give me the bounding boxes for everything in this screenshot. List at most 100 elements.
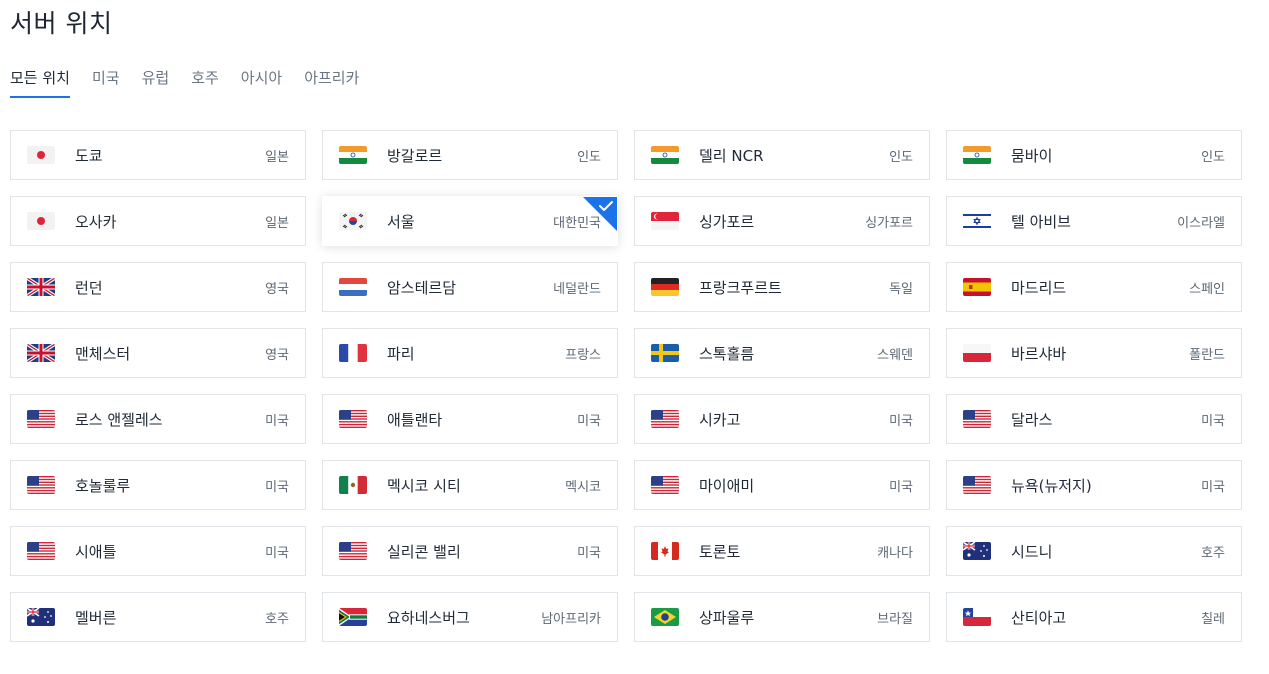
country-name: 미국: [577, 545, 601, 561]
country-name: 폴란드: [1189, 347, 1225, 363]
singapore-flag-icon: [651, 212, 679, 230]
city-name: 달라스: [1011, 410, 1053, 429]
location-card[interactable]: 뉴욕(뉴저지) 미국: [946, 460, 1242, 510]
netherlands-flag-icon: [339, 278, 367, 296]
location-card[interactable]: 요하네스버그 남아프리카: [322, 592, 618, 642]
city-name: 암스테르담: [387, 278, 457, 297]
location-card[interactable]: 시애틀 미국: [10, 526, 306, 576]
city-name: 텔 아비브: [1011, 212, 1071, 231]
city-name: 토론토: [699, 542, 741, 561]
location-grid: 도쿄 일본 방갈로르 인도 델리 NCR 인도 뭄바이 인도 오사카 일본 서울…: [10, 130, 1242, 642]
country-name: 싱가포르: [865, 215, 913, 231]
city-name: 실리콘 밸리: [387, 542, 461, 561]
location-card[interactable]: 오사카 일본: [10, 196, 306, 246]
location-card[interactable]: 스톡홀름 스웨덴: [634, 328, 930, 378]
location-card[interactable]: 시드니 호주: [946, 526, 1242, 576]
tab-all[interactable]: 모든 위치: [10, 66, 70, 98]
country-name: 미국: [889, 413, 913, 429]
location-card[interactable]: 파리 프랑스: [322, 328, 618, 378]
tab-australia[interactable]: 호주: [191, 66, 219, 98]
location-card[interactable]: 멕시코 시티 멕시코: [322, 460, 618, 510]
location-card[interactable]: 시카고 미국: [634, 394, 930, 444]
tab-africa[interactable]: 아프리카: [304, 66, 359, 98]
location-card[interactable]: 프랑크푸르트 독일: [634, 262, 930, 312]
city-name: 싱가포르: [699, 212, 755, 231]
page-title: 서버 위치: [10, 9, 113, 38]
location-card[interactable]: 뭄바이 인도: [946, 130, 1242, 180]
country-name: 영국: [265, 281, 289, 297]
region-tabs: 모든 위치 미국 유럽 호주 아시아 아프리카: [10, 66, 359, 98]
usa-flag-icon: [651, 410, 679, 428]
location-card[interactable]: 마드리드 스페인: [946, 262, 1242, 312]
city-name: 요하네스버그: [387, 608, 470, 627]
japan-flag-icon: [27, 212, 55, 230]
country-name: 스페인: [1189, 281, 1225, 297]
country-name: 미국: [265, 413, 289, 429]
city-name: 오사카: [75, 212, 117, 231]
location-card[interactable]: 달라스 미국: [946, 394, 1242, 444]
location-card[interactable]: 바르샤바 폴란드: [946, 328, 1242, 378]
usa-flag-icon: [339, 410, 367, 428]
location-card[interactable]: 실리콘 밸리 미국: [322, 526, 618, 576]
australia-flag-icon: [963, 542, 991, 560]
city-name: 상파울루: [699, 608, 755, 627]
city-name: 시애틀: [75, 542, 117, 561]
india-flag-icon: [651, 146, 679, 164]
location-card[interactable]: 텔 아비브 이스라엘: [946, 196, 1242, 246]
country-name: 스웨덴: [877, 347, 913, 363]
tab-europe[interactable]: 유럽: [142, 66, 170, 98]
selected-check-icon: [583, 197, 617, 231]
city-name: 파리: [387, 344, 415, 363]
tab-usa[interactable]: 미국: [92, 66, 120, 98]
city-name: 호놀룰루: [75, 476, 131, 495]
mexico-flag-icon: [339, 476, 367, 494]
country-name: 인도: [577, 149, 601, 165]
japan-flag-icon: [27, 146, 55, 164]
location-card[interactable]: 멜버른 호주: [10, 592, 306, 642]
location-card[interactable]: 싱가포르 싱가포르: [634, 196, 930, 246]
country-name: 미국: [577, 413, 601, 429]
server-location-page: 서버 위치 모든 위치 미국 유럽 호주 아시아 아프리카 도쿄 일본 방갈로르…: [0, 0, 1269, 674]
city-name: 뉴욕(뉴저지): [1011, 476, 1092, 495]
country-name: 이스라엘: [1177, 215, 1225, 231]
location-card[interactable]: 런던 영국: [10, 262, 306, 312]
location-card[interactable]: 방갈로르 인도: [322, 130, 618, 180]
tab-asia[interactable]: 아시아: [241, 66, 282, 98]
location-card[interactable]: 산티아고 칠레: [946, 592, 1242, 642]
country-name: 호주: [1201, 545, 1225, 561]
location-card[interactable]: 도쿄 일본: [10, 130, 306, 180]
city-name: 멜버른: [75, 608, 117, 627]
country-name: 일본: [265, 149, 289, 165]
brazil-flag-icon: [651, 608, 679, 626]
location-card-selected[interactable]: 서울 대한민국: [322, 196, 618, 246]
city-name: 시드니: [1011, 542, 1053, 561]
country-name: 호주: [265, 611, 289, 627]
location-card[interactable]: 로스 앤젤레스 미국: [10, 394, 306, 444]
canada-flag-icon: [651, 542, 679, 560]
uk-flag-icon: [27, 344, 55, 362]
country-name: 프랑스: [565, 347, 601, 363]
location-card[interactable]: 호놀룰루 미국: [10, 460, 306, 510]
country-name: 독일: [889, 281, 913, 297]
poland-flag-icon: [963, 344, 991, 362]
australia-flag-icon: [27, 608, 55, 626]
location-card[interactable]: 암스테르담 네덜란드: [322, 262, 618, 312]
location-card[interactable]: 델리 NCR 인도: [634, 130, 930, 180]
location-card[interactable]: 애틀랜타 미국: [322, 394, 618, 444]
location-card[interactable]: 마이애미 미국: [634, 460, 930, 510]
country-name: 멕시코: [565, 479, 601, 495]
country-name: 미국: [265, 545, 289, 561]
city-name: 서울: [387, 212, 415, 231]
country-name: 미국: [265, 479, 289, 495]
chile-flag-icon: [963, 608, 991, 626]
location-card[interactable]: 상파울루 브라질: [634, 592, 930, 642]
city-name: 방갈로르: [387, 146, 443, 165]
city-name: 스톡홀름: [699, 344, 755, 363]
city-name: 산티아고: [1011, 608, 1067, 627]
location-card[interactable]: 맨체스터 영국: [10, 328, 306, 378]
city-name: 도쿄: [75, 146, 103, 165]
city-name: 마드리드: [1011, 278, 1067, 297]
country-name: 미국: [889, 479, 913, 495]
country-name: 칠레: [1201, 611, 1225, 627]
location-card[interactable]: 토론토 캐나다: [634, 526, 930, 576]
